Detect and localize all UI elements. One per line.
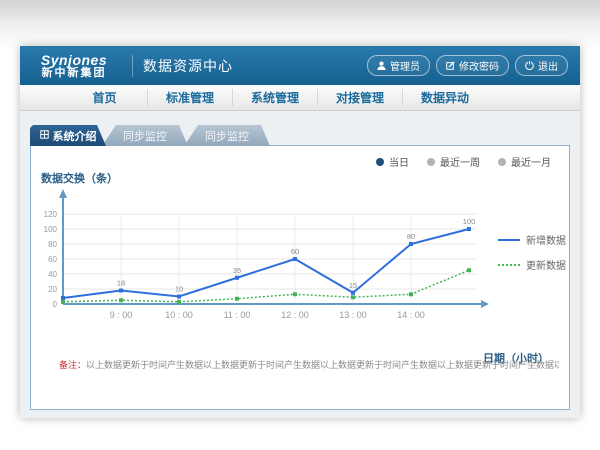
- solid-line-swatch: [498, 239, 520, 241]
- svg-text:10: 10: [175, 285, 183, 294]
- range-option-label: 最近一周: [440, 154, 480, 169]
- svg-text:15: 15: [349, 281, 357, 290]
- svg-text:60: 60: [291, 247, 299, 256]
- nav-item-home[interactable]: 首页: [62, 89, 147, 106]
- line-chart: 0 20 40 60 80 100 120 9 : 00 10 : 00 11 : 00 12 : …: [39, 186, 491, 324]
- data-point-marker: [177, 300, 181, 304]
- logout-button[interactable]: 退出: [515, 55, 568, 76]
- svg-text:120: 120: [44, 210, 58, 219]
- nav-item-interface-mgmt[interactable]: 对接管理: [317, 89, 402, 106]
- tab-label: 同步监控: [205, 128, 249, 144]
- edit-icon: [446, 61, 455, 70]
- document-grid-icon: [40, 130, 49, 142]
- svg-text:18: 18: [117, 279, 125, 288]
- logout-label: 退出: [538, 58, 558, 73]
- tab-label: 同步监控: [123, 128, 167, 144]
- user-icon: [377, 61, 386, 70]
- footnote-text: 以上数据更新于时间产生数据以上数据更新于时间产生数据以上数据更新于时间产生数据以…: [86, 360, 559, 370]
- svg-text:11 : 00: 11 : 00: [224, 310, 251, 320]
- svg-text:35: 35: [233, 266, 241, 275]
- svg-text:14 : 00: 14 : 00: [397, 310, 425, 320]
- main-nav: 首页 标准管理 系统管理 对接管理 数据异动: [20, 85, 580, 111]
- range-option-label: 当日: [389, 154, 409, 169]
- legend-label: 更新数据: [526, 257, 566, 272]
- data-point-marker: [235, 276, 239, 280]
- current-user-label: 管理员: [390, 58, 420, 73]
- range-option-today[interactable]: 当日: [376, 154, 409, 169]
- tab-system-intro[interactable]: 系统介绍: [30, 125, 106, 146]
- power-icon: [525, 61, 534, 70]
- svg-text:20: 20: [48, 285, 57, 294]
- range-option-last-month[interactable]: 最近一月: [498, 154, 551, 169]
- app-window: Synjones 新中新集团 数据资源中心 管理员 修改密码: [20, 46, 580, 418]
- brand-logo-cn: 新中新集团: [20, 68, 128, 80]
- header-divider: [132, 55, 133, 77]
- svg-text:80: 80: [407, 232, 415, 241]
- svg-text:12 : 00: 12 : 00: [281, 310, 309, 320]
- svg-text:100: 100: [463, 217, 476, 226]
- data-point-marker: [351, 291, 355, 295]
- range-option-last-week[interactable]: 最近一周: [427, 154, 480, 169]
- x-axis-arrow-icon: [481, 300, 489, 308]
- data-point-marker: [119, 289, 123, 293]
- data-point-marker: [409, 292, 413, 296]
- radio-dot-icon: [498, 158, 506, 166]
- data-point-marker: [61, 296, 65, 300]
- range-filter: 当日 最近一周 最近一月: [376, 154, 551, 169]
- svg-text:40: 40: [48, 270, 57, 279]
- nav-item-standard-mgmt[interactable]: 标准管理: [147, 89, 232, 106]
- svg-text:13 : 00: 13 : 00: [339, 310, 367, 320]
- desktop-background: Synjones 新中新集团 数据资源中心 管理员 修改密码: [0, 0, 600, 450]
- nav-item-system-mgmt[interactable]: 系统管理: [232, 89, 317, 106]
- nav-item-data-change[interactable]: 数据异动: [402, 89, 487, 106]
- svg-text:10 : 00: 10 : 00: [165, 310, 193, 320]
- chart-panel: 当日 最近一周 最近一月 数据交换（条） 0 20 40 60 80 100 120 9 : …: [30, 145, 570, 410]
- data-point-marker: [61, 300, 65, 304]
- chart-y-axis-title: 数据交换（条）: [41, 170, 118, 186]
- data-point-marker: [351, 295, 355, 299]
- footnote: 备注：以上数据更新于时间产生数据以上数据更新于时间产生数据以上数据更新于时间产生…: [59, 358, 559, 371]
- brand-logo-en: Synjones: [20, 53, 128, 68]
- radio-dot-icon: [427, 158, 435, 166]
- svg-text:9 : 00: 9 : 00: [110, 310, 133, 320]
- range-option-label: 最近一月: [511, 154, 551, 169]
- data-point-marker: [235, 297, 239, 301]
- legend-item-updated-data: 更新数据: [498, 257, 566, 272]
- data-point-marker: [119, 298, 123, 302]
- svg-text:80: 80: [48, 240, 57, 249]
- tab-sync-monitor-2[interactable]: 同步监控: [184, 125, 270, 146]
- data-point-marker: [409, 242, 413, 246]
- change-password-label: 修改密码: [459, 58, 499, 73]
- data-point-marker: [293, 292, 297, 296]
- header-actions: 管理员 修改密码 退出: [367, 55, 568, 76]
- data-point-marker: [177, 295, 181, 299]
- tab-sync-monitor-1[interactable]: 同步监控: [102, 125, 188, 146]
- dotted-line-swatch: [498, 264, 520, 266]
- data-point-marker: [467, 227, 471, 231]
- change-password-button[interactable]: 修改密码: [436, 55, 509, 76]
- brand-logo: Synjones 新中新集团: [20, 51, 128, 79]
- legend-label: 新增数据: [526, 232, 566, 247]
- chart-legend: 新增数据 更新数据: [498, 232, 566, 282]
- radio-dot-icon: [376, 158, 384, 166]
- footnote-label: 备注：: [59, 360, 86, 370]
- app-title: 数据资源中心: [143, 56, 233, 76]
- legend-item-new-data: 新增数据: [498, 232, 566, 247]
- svg-text:0: 0: [53, 300, 58, 309]
- app-header: Synjones 新中新集团 数据资源中心 管理员 修改密码: [20, 46, 580, 85]
- data-point-marker: [467, 268, 471, 272]
- svg-text:100: 100: [44, 225, 58, 234]
- line-chart-svg: 0 20 40 60 80 100 120 9 : 00 10 : 00 11 : 00 12 : …: [39, 186, 491, 324]
- tab-label: 系统介绍: [53, 128, 97, 144]
- current-user-button[interactable]: 管理员: [367, 55, 430, 76]
- data-point-marker: [293, 257, 297, 261]
- svg-text:60: 60: [48, 255, 57, 264]
- tab-bar: 系统介绍 同步监控 同步监控: [30, 125, 270, 146]
- y-axis-arrow-icon: [59, 189, 67, 198]
